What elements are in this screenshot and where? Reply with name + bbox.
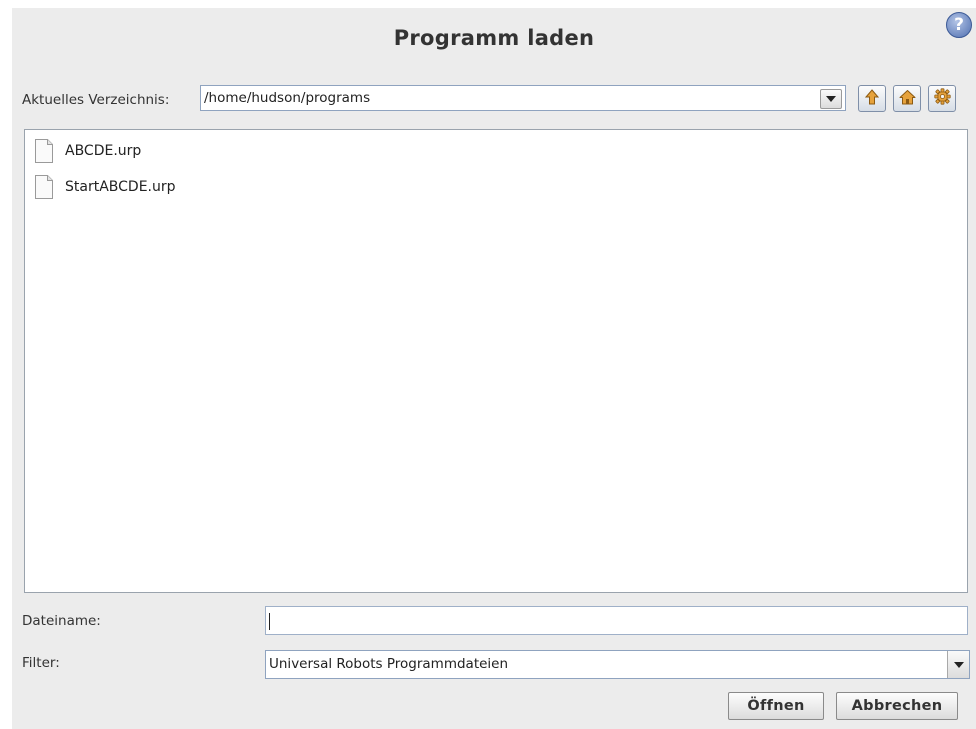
- chevron-down-icon[interactable]: [820, 89, 842, 109]
- list-item[interactable]: ABCDE.urp: [35, 138, 141, 164]
- filter-label: Filter:: [22, 655, 60, 671]
- filename-input[interactable]: [265, 606, 968, 635]
- dialog-title: Programm laden: [393, 26, 595, 50]
- open-button[interactable]: Öffnen: [728, 692, 824, 720]
- up-arrow-icon: [864, 88, 880, 109]
- file-icon: [35, 139, 53, 163]
- filename-label: Dateiname:: [22, 613, 101, 629]
- directory-dropdown[interactable]: /home/hudson/programs: [200, 85, 846, 111]
- directory-path: /home/hudson/programs: [204, 90, 371, 106]
- text-cursor: [269, 613, 270, 630]
- file-name: ABCDE.urp: [65, 143, 142, 159]
- question-mark-icon[interactable]: ?: [946, 12, 972, 38]
- home-icon: [899, 89, 916, 109]
- file-list[interactable]: ABCDE.urp StartABCDE.urp: [24, 129, 968, 593]
- chevron-down-icon[interactable]: [947, 651, 969, 678]
- home-directory-button[interactable]: [893, 85, 921, 112]
- filter-selected: Universal Robots Programmdateien: [269, 656, 509, 672]
- current-directory-label: Aktuelles Verzeichnis:: [22, 92, 170, 108]
- cancel-button[interactable]: Abbrechen: [836, 692, 958, 720]
- filter-dropdown[interactable]: Universal Robots Programmdateien: [265, 650, 970, 679]
- list-item[interactable]: StartABCDE.urp: [35, 174, 176, 200]
- gear-icon: [933, 88, 951, 109]
- file-name: StartABCDE.urp: [65, 179, 176, 195]
- file-icon: [35, 175, 53, 199]
- parent-directory-button[interactable]: [858, 85, 886, 112]
- settings-button[interactable]: [928, 85, 956, 112]
- load-program-dialog: Programm laden ? Aktuelles Verzeichnis: …: [12, 8, 976, 729]
